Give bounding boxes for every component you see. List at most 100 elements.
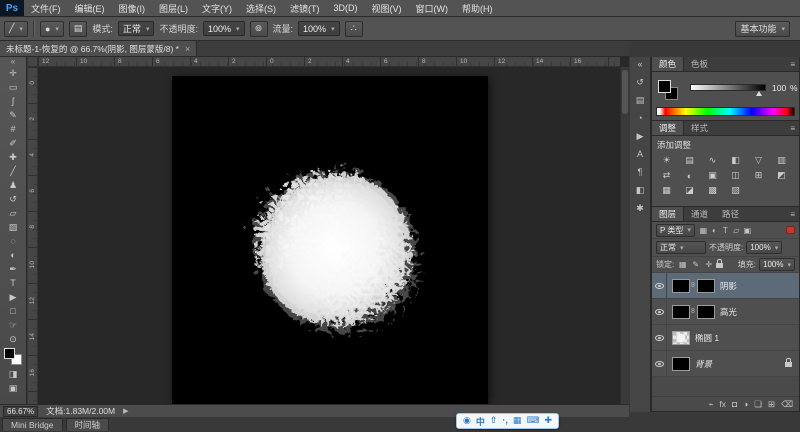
type-tool[interactable]: T: [0, 276, 27, 290]
properties-icon[interactable]: ▤: [636, 95, 645, 106]
eyedropper-tool[interactable]: ✐: [0, 136, 27, 150]
foreground-color-swatch[interactable]: [4, 348, 15, 359]
menu-item[interactable]: 3D(D): [327, 0, 365, 16]
color-lookup-icon[interactable]: ⊞: [747, 168, 770, 183]
menu-item[interactable]: 视图(V): [365, 0, 409, 16]
new-group-icon[interactable]: ❏: [754, 399, 762, 410]
threshold-icon[interactable]: ◪: [678, 183, 701, 198]
shape-tool[interactable]: □: [0, 304, 27, 318]
layer-thumbnail[interactable]: [672, 356, 690, 371]
color-balance-icon[interactable]: ⇄: [655, 168, 678, 183]
selective-color-icon[interactable]: ▨: [724, 183, 747, 198]
layer-filter-toggle[interactable]: [786, 226, 795, 234]
foreground-color-well[interactable]: [658, 80, 671, 93]
layer-blend-mode-select[interactable]: 正常: [656, 241, 706, 254]
lasso-tool[interactable]: ʃ: [0, 94, 27, 108]
pen-tool[interactable]: ✒: [0, 262, 27, 276]
path-selection-tool[interactable]: ▶: [0, 290, 27, 304]
status-options-icon[interactable]: ▶: [123, 407, 128, 415]
layer-row[interactable]: 背景: [652, 351, 799, 377]
menu-item[interactable]: 滤镜(T): [283, 0, 327, 16]
menu-item[interactable]: 图像(I): [112, 0, 153, 16]
panel-menu-icon[interactable]: ≡: [786, 121, 799, 135]
blend-mode-select[interactable]: 正常: [117, 21, 155, 36]
smart-object-filter-icon[interactable]: ▣: [742, 226, 753, 235]
move-tool[interactable]: ✛: [0, 66, 27, 80]
vertical-scrollbar[interactable]: [620, 67, 629, 404]
menu-item[interactable]: 文字(Y): [195, 0, 239, 16]
ime-logo-icon[interactable]: ◉: [463, 415, 471, 428]
link-layers-icon[interactable]: ⌁: [708, 399, 713, 410]
tab-color[interactable]: 颜色: [652, 57, 685, 71]
dodge-tool[interactable]: ◐: [0, 248, 27, 262]
paragraph-icon[interactable]: ¶: [638, 167, 643, 178]
tab-swatches[interactable]: 色板: [684, 57, 715, 71]
curves-icon[interactable]: ∿: [701, 153, 724, 168]
rectangular-marquee-tool[interactable]: ▭: [0, 80, 27, 94]
workspace-switcher[interactable]: 基本功能: [735, 20, 790, 37]
slider-handle[interactable]: [756, 91, 762, 96]
layer-style-icon[interactable]: fx: [719, 399, 726, 410]
tab-adjustments[interactable]: 调整: [652, 121, 685, 135]
quick-selection-tool[interactable]: ✎: [0, 108, 27, 122]
zoom-tool[interactable]: ⊙: [0, 332, 27, 346]
hue-saturation-icon[interactable]: ▥: [770, 153, 793, 168]
clone-source-icon[interactable]: ✱: [636, 203, 644, 214]
new-layer-icon[interactable]: ⊞: [768, 399, 775, 410]
menu-item[interactable]: 选择(S): [239, 0, 283, 16]
ime-settings-icon[interactable]: ✚: [544, 415, 552, 428]
collapse-toolbox-icon[interactable]: «: [11, 57, 15, 66]
document-canvas[interactable]: [172, 76, 488, 404]
ime-punctuation-icon[interactable]: ·,: [502, 415, 508, 428]
history-brush-tool[interactable]: ↺: [0, 192, 27, 206]
layer-fill-select[interactable]: 100%: [759, 258, 795, 271]
clone-stamp-tool[interactable]: ♟: [0, 178, 27, 192]
layer-row[interactable]: 椭圆 1: [652, 325, 799, 351]
gradient-tool[interactable]: ▨: [0, 220, 27, 234]
brush-preset-picker[interactable]: ●: [39, 20, 64, 37]
layer-thumbnail[interactable]: [672, 304, 690, 319]
black-white-icon[interactable]: ◐: [678, 168, 701, 183]
ime-shift-icon[interactable]: ⇧: [490, 415, 498, 428]
toggle-brush-panel-button[interactable]: ▤: [68, 20, 88, 37]
channel-mixer-icon[interactable]: ◫: [724, 168, 747, 183]
canvas-workspace[interactable]: 12 10 8 6 4 2 0 2 4 6 8 10 12 14 16 0 2 4 6 8 10 12 14 16: [28, 57, 629, 404]
ime-keyboard-icon[interactable]: ⌨: [526, 415, 539, 428]
tab-layers[interactable]: 图层: [652, 207, 685, 221]
blur-tool[interactable]: ◌: [0, 234, 27, 248]
masks-icon[interactable]: ◧: [636, 185, 645, 196]
actions-icon[interactable]: ▶: [637, 131, 644, 142]
color-spectrum-bar[interactable]: [656, 107, 795, 116]
panel-menu-icon[interactable]: ≡: [786, 57, 799, 71]
document-tab[interactable]: 未标题-1-恢复的 @ 66.7%(阴影, 图层蒙版/8) * ×: [0, 41, 198, 56]
menu-item[interactable]: 窗口(W): [409, 0, 456, 16]
tool-preset-picker[interactable]: ╱: [4, 20, 28, 37]
layer-visibility-toggle[interactable]: [652, 351, 667, 376]
layer-thumbnail[interactable]: [672, 278, 690, 293]
scrollbar-thumb[interactable]: [622, 70, 628, 114]
character-icon[interactable]: A: [637, 149, 643, 160]
pressure-opacity-button[interactable]: ⊚: [249, 20, 268, 37]
levels-icon[interactable]: ▤: [678, 153, 701, 168]
menu-item[interactable]: 帮助(H): [455, 0, 500, 16]
tab-styles[interactable]: 样式: [684, 121, 715, 135]
crop-tool[interactable]: #: [0, 122, 27, 136]
ime-chinese-icon[interactable]: 中: [476, 415, 485, 428]
zoom-level-field[interactable]: 66.67%: [3, 405, 39, 417]
adjustment-layer-icon[interactable]: ◑: [743, 399, 748, 410]
quick-mask-icon[interactable]: ◨: [0, 367, 27, 381]
vibrance-icon[interactable]: ▽: [747, 153, 770, 168]
layer-thumbnail[interactable]: [672, 330, 690, 345]
lock-all-icon[interactable]: [716, 258, 724, 270]
menu-item[interactable]: 文件(F): [24, 0, 68, 16]
close-tab-icon[interactable]: ×: [185, 44, 190, 54]
layer-filter-select[interactable]: P 类型: [656, 223, 695, 237]
brightness-contrast-icon[interactable]: ☀: [655, 153, 678, 168]
grayscale-slider[interactable]: [690, 84, 766, 91]
screen-mode-icon[interactable]: ▣: [0, 381, 27, 395]
layer-mask-thumbnail[interactable]: [696, 304, 715, 319]
type-layer-filter-icon[interactable]: T: [720, 226, 731, 235]
adjustment-layer-filter-icon[interactable]: ◐: [709, 226, 720, 235]
gradient-map-icon[interactable]: ▩: [701, 183, 724, 198]
shape-layer-filter-icon[interactable]: ▱: [731, 226, 742, 235]
